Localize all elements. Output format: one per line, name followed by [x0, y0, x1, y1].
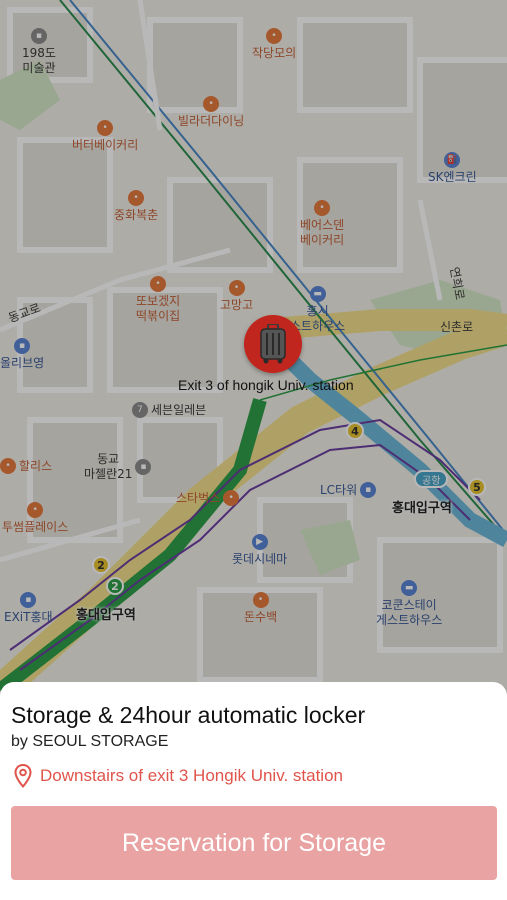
cafe-icon: •: [0, 458, 16, 474]
bed-icon: ▬: [309, 286, 326, 302]
poi-label: 코쿤스테이 게스트하우스: [376, 598, 443, 627]
poi-jakdang[interactable]: • 작당모의: [252, 28, 296, 61]
building-icon: ▪: [135, 459, 152, 475]
poi-label: SK엔크린: [428, 170, 477, 184]
poi-label: 작당모의: [252, 46, 297, 60]
poi-label: 돈수백: [244, 610, 278, 624]
poi-label: 버터베이커리: [72, 138, 139, 152]
poi-twosome[interactable]: • 투썸플레이스: [2, 502, 68, 535]
poi-label: 올리브영: [0, 356, 45, 370]
listing-title: Storage & 24hour automatic locker: [11, 702, 366, 728]
poi-cocoon-stay[interactable]: ▬ 코쿤스테이 게스트하우스: [376, 580, 442, 628]
station-hongik-univ-east[interactable]: 홍대입구역: [392, 497, 452, 516]
cafe-icon: •: [223, 490, 240, 506]
poi-label: 또보겠지 떡볶이집: [136, 294, 181, 323]
luggage-icon: [260, 324, 286, 364]
poi-seven-eleven[interactable]: 7 세븐일레븐: [132, 402, 206, 418]
poi-exit-hongdae[interactable]: ▪ EXiT홍대: [4, 592, 53, 625]
store-icon: ▪: [14, 338, 31, 354]
poi-label: 198도 미술관: [22, 46, 56, 75]
poi-hongsi-guesthouse[interactable]: ▬ 홍시 스트하우스: [290, 286, 345, 334]
poi-junghwa[interactable]: • 중화복춘: [114, 190, 158, 223]
restaurant-icon: •: [228, 280, 245, 296]
line-badge: 5: [468, 478, 486, 496]
gas-station-icon: ⛽: [444, 152, 461, 168]
cinema-icon: ▶: [251, 534, 268, 550]
location-text: Downstairs of exit 3 Hongik Univ. statio…: [40, 766, 343, 785]
reservation-button[interactable]: Reservation for Storage: [11, 806, 497, 880]
restaurant-icon: •: [314, 200, 331, 216]
location-pin-icon: [14, 764, 32, 788]
poi-label: LC타워: [320, 482, 358, 497]
map-view[interactable]: ▪ 198도 미술관 • 작당모의 • 빌라더다이닝 • 버터베이커리 ⛽ SK…: [0, 0, 507, 700]
poi-label: 세븐일레븐: [151, 402, 207, 417]
airport-line-badge: 공항: [414, 470, 449, 488]
poi-donsubaek[interactable]: • 돈수백: [244, 592, 277, 625]
poi-label: 중화복춘: [114, 208, 159, 222]
store-icon: ▪: [20, 592, 37, 608]
poi-ddobogetji[interactable]: • 또보겠지 떡볶이집: [136, 276, 180, 324]
cafe-icon: •: [27, 502, 44, 518]
restaurant-icon: •: [203, 96, 220, 112]
poi-butter-bakery[interactable]: • 버터베이커리: [72, 120, 138, 153]
poi-olive-young[interactable]: ▪ 올리브영: [0, 338, 44, 371]
poi-bearsden[interactable]: • 베어스덴 베이커리: [300, 200, 344, 248]
bed-icon: ▬: [401, 580, 418, 596]
restaurant-icon: •: [128, 190, 145, 206]
listing-bottom-sheet: Storage & 24hour automatic locker by SEO…: [0, 682, 507, 900]
restaurant-icon: •: [97, 120, 114, 136]
poi-label: 고망고: [220, 298, 254, 312]
restaurant-icon: •: [266, 28, 283, 44]
marker-label: Exit 3 of hongik Univ. station: [178, 377, 354, 393]
poi-magellan21[interactable]: 동교 마젤란21 ▪: [84, 452, 152, 482]
store-icon: 7: [132, 402, 148, 418]
storage-location-marker[interactable]: [244, 315, 302, 373]
poi-label: 스타벅스: [176, 490, 221, 505]
poi-gomango[interactable]: • 고망고: [220, 280, 253, 313]
poi-lc-tower[interactable]: LC타워 ▪: [320, 482, 377, 498]
poi-label: EXiT홍대: [4, 610, 53, 624]
poi-starbucks[interactable]: 스타벅스 •: [176, 490, 240, 506]
restaurant-icon: •: [252, 592, 269, 608]
gallery-icon: ▪: [30, 28, 47, 44]
poi-lotte-cinema[interactable]: ▶ 롯데시네마: [232, 534, 287, 567]
poi-label: 베어스덴 베이커리: [300, 218, 345, 247]
poi-label: 동교 마젤란21: [84, 452, 133, 481]
poi-label: 투썸플레이스: [2, 520, 69, 534]
poi-198-gallery[interactable]: ▪ 198도 미술관: [22, 28, 56, 76]
poi-sk-enclean[interactable]: ⛽ SK엔크린: [428, 152, 477, 185]
listing-location: Downstairs of exit 3 Hongik Univ. statio…: [14, 764, 343, 788]
poi-label: 할리스: [19, 458, 53, 473]
building-icon: ▪: [360, 482, 377, 498]
poi-label: 롯데시네마: [232, 552, 288, 566]
street-label: 신촌로: [440, 320, 474, 334]
station-hongik-univ-west[interactable]: 홍대입구역: [76, 604, 136, 623]
restaurant-icon: •: [150, 276, 167, 292]
line-badge: 4: [346, 422, 364, 440]
poi-villa-dining[interactable]: • 빌라더다이닝: [178, 96, 244, 129]
listing-provider: by SEOUL STORAGE: [11, 733, 169, 750]
line-badge: 2: [106, 577, 124, 595]
line-badge: 2: [92, 556, 110, 574]
poi-label: 빌라더다이닝: [178, 114, 245, 128]
poi-hollys[interactable]: • 할리스: [0, 458, 52, 474]
